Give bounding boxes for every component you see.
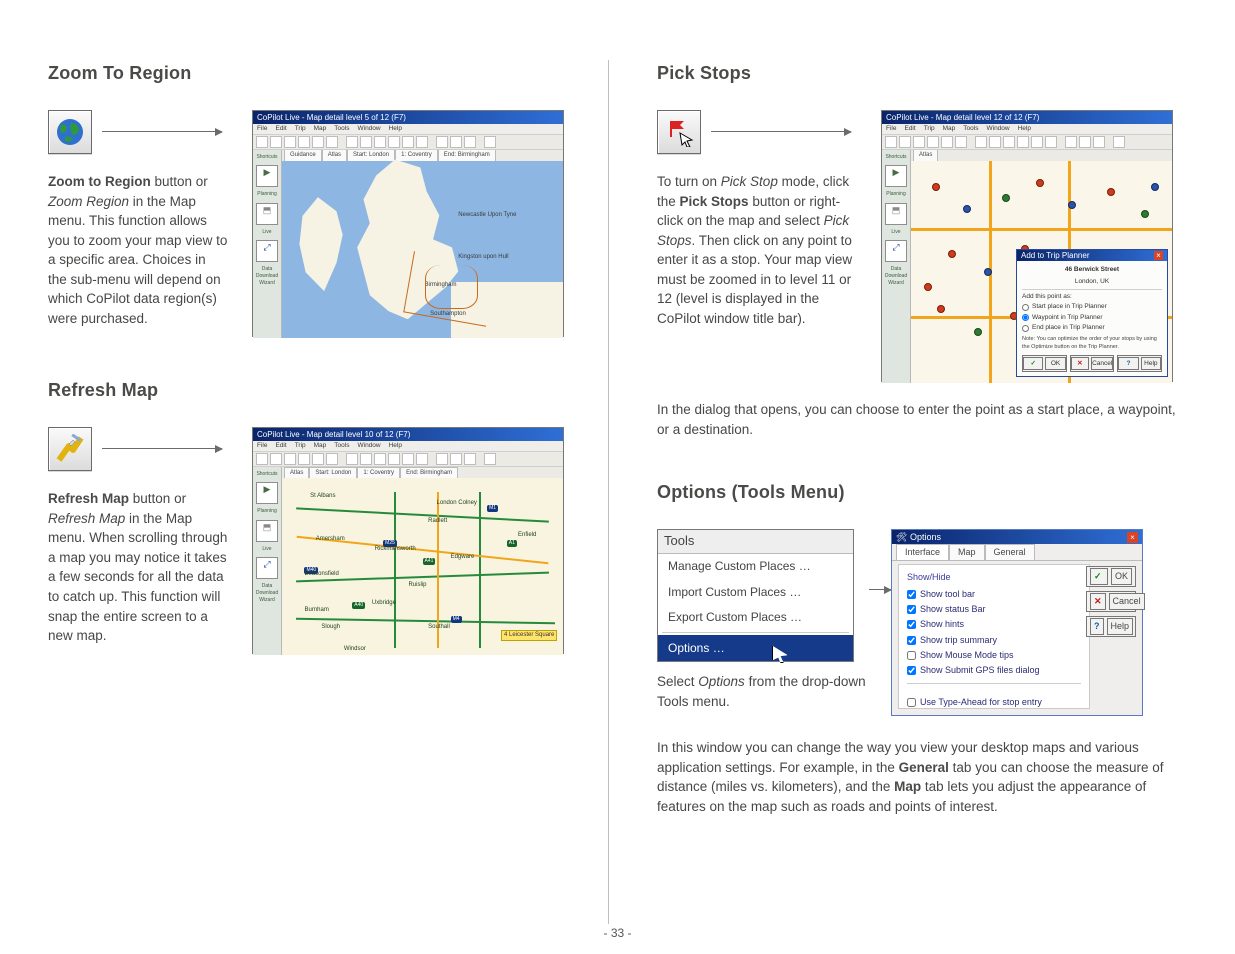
arrow-icon: [102, 448, 222, 450]
pick-stops-screenshot: CoPilot Live - Map detail level 12 of 12…: [881, 110, 1173, 382]
page-number: - 33 -: [0, 925, 1235, 942]
window-menubar: FileEditTripMapToolsWindowHelp: [882, 124, 1172, 135]
section-title: Refresh Map: [48, 377, 578, 403]
arrow-icon: [869, 589, 891, 591]
radio-start-place[interactable]: Start place in Trip Planner: [1022, 302, 1162, 311]
menu-item-options[interactable]: Options …: [658, 635, 853, 661]
help-button[interactable]: ?Help: [1117, 355, 1162, 372]
manual-page: Zoom To Region: [0, 0, 1235, 954]
ok-button[interactable]: ✓OK: [1086, 566, 1136, 587]
arrow-icon: [711, 131, 851, 133]
menu-item[interactable]: Import Custom Places …: [658, 580, 853, 605]
menu-item[interactable]: Manage Custom Places …: [658, 554, 853, 579]
cancel-button[interactable]: ✕Cancel: [1070, 355, 1115, 372]
cancel-button[interactable]: ✕Cancel: [1086, 591, 1136, 612]
help-button[interactable]: ?Help: [1086, 616, 1136, 637]
right-column: Pick Stops To turn on Pic: [657, 60, 1187, 924]
window-toolbar: [253, 452, 563, 467]
checkbox-option[interactable]: Show hints: [907, 618, 1081, 631]
map-canvas: Atlas Start: London 1: Coventry End: Bir…: [282, 467, 563, 655]
ok-button[interactable]: ✓OK: [1022, 355, 1067, 372]
arrow-icon: [102, 131, 222, 133]
options-caption: Select Options from the drop-down Tools …: [657, 672, 867, 711]
radio-waypoint[interactable]: Waypoint in Trip Planner: [1022, 313, 1162, 322]
pick-stops-copy2: In the dialog that opens, you can choose…: [657, 400, 1187, 439]
section-title: Zoom To Region: [48, 60, 578, 86]
refresh-map-copy: Refresh Map button or Refresh Map in the…: [48, 489, 228, 646]
options-dialog[interactable]: 🛠 Options× Interface Map General Show/Hi…: [891, 529, 1143, 716]
left-column: Zoom To Region: [48, 60, 609, 924]
pick-stops-icon: [657, 110, 701, 154]
window-toolbar: [253, 135, 563, 150]
window-titlebar: CoPilot Live - Map detail level 5 of 12 …: [253, 111, 563, 124]
window-titlebar: CoPilot Live - Map detail level 10 of 12…: [253, 428, 563, 441]
refresh-map-icon: [48, 427, 92, 471]
zoom-to-region-screenshot: CoPilot Live - Map detail level 5 of 12 …: [252, 110, 564, 337]
app-sidebar: Shortcuts ▶ Planning ⬒ Live ⤢ Data Downl…: [882, 150, 911, 383]
options-tabs[interactable]: Interface Map General: [892, 544, 1142, 561]
zoom-to-region-copy: Zoom to Region button or Zoom Region in …: [48, 172, 228, 329]
checkbox-option[interactable]: Show Mouse Mode tips: [907, 649, 1081, 662]
pick-stops-section: Pick Stops To turn on Pic: [657, 60, 1187, 439]
window-menubar: FileEditTripMapToolsWindowHelp: [253, 124, 563, 135]
app-sidebar: Shortcuts ▶ Planning ⬒ Live ⤢ Data Downl…: [253, 150, 282, 338]
radio-end-place[interactable]: End place in Trip Planner: [1022, 323, 1162, 332]
options-section: Options (Tools Menu) Tools Manage Custom…: [657, 479, 1187, 816]
zoom-to-region-icon: [48, 110, 92, 154]
checkbox-option[interactable]: Show status Bar: [907, 603, 1081, 616]
section-title: Pick Stops: [657, 60, 1187, 86]
map-canvas: Guidance Atlas Start: London 1: Coventry…: [282, 150, 563, 338]
checkbox-option[interactable]: Use Type-Ahead for stop entry: [907, 696, 1081, 709]
section-title: Options (Tools Menu): [657, 479, 1187, 505]
add-to-trip-planner-dialog[interactable]: Add to Trip Planner× 46 Berwick Street L…: [1016, 249, 1168, 377]
window-menubar: FileEditTripMapToolsWindowHelp: [253, 441, 563, 452]
checkbox-option[interactable]: Show Submit GPS files dialog: [907, 664, 1081, 677]
window-titlebar: CoPilot Live - Map detail level 12 of 12…: [882, 111, 1172, 124]
tools-dropdown-menu[interactable]: Tools Manage Custom Places … Import Cust…: [657, 529, 854, 662]
pick-stops-copy: To turn on Pick Stop mode, click the Pic…: [657, 172, 857, 329]
checkbox-option[interactable]: Show tool bar: [907, 588, 1081, 601]
zoom-to-region-section: Zoom To Region: [48, 60, 578, 337]
refresh-map-section: Refresh Map: [48, 377, 578, 654]
options-copy: In this window you can change the way yo…: [657, 738, 1187, 816]
checkbox-option[interactable]: Show trip summary: [907, 634, 1081, 647]
menu-item[interactable]: Export Custom Places …: [658, 605, 853, 630]
cursor-icon: [772, 645, 788, 663]
window-toolbar: [882, 135, 1172, 150]
close-icon[interactable]: ×: [1127, 532, 1138, 543]
app-sidebar: Shortcuts ▶ Planning ⬒ Live ⤢ Data Downl…: [253, 467, 282, 655]
refresh-map-screenshot: CoPilot Live - Map detail level 10 of 12…: [252, 427, 564, 654]
